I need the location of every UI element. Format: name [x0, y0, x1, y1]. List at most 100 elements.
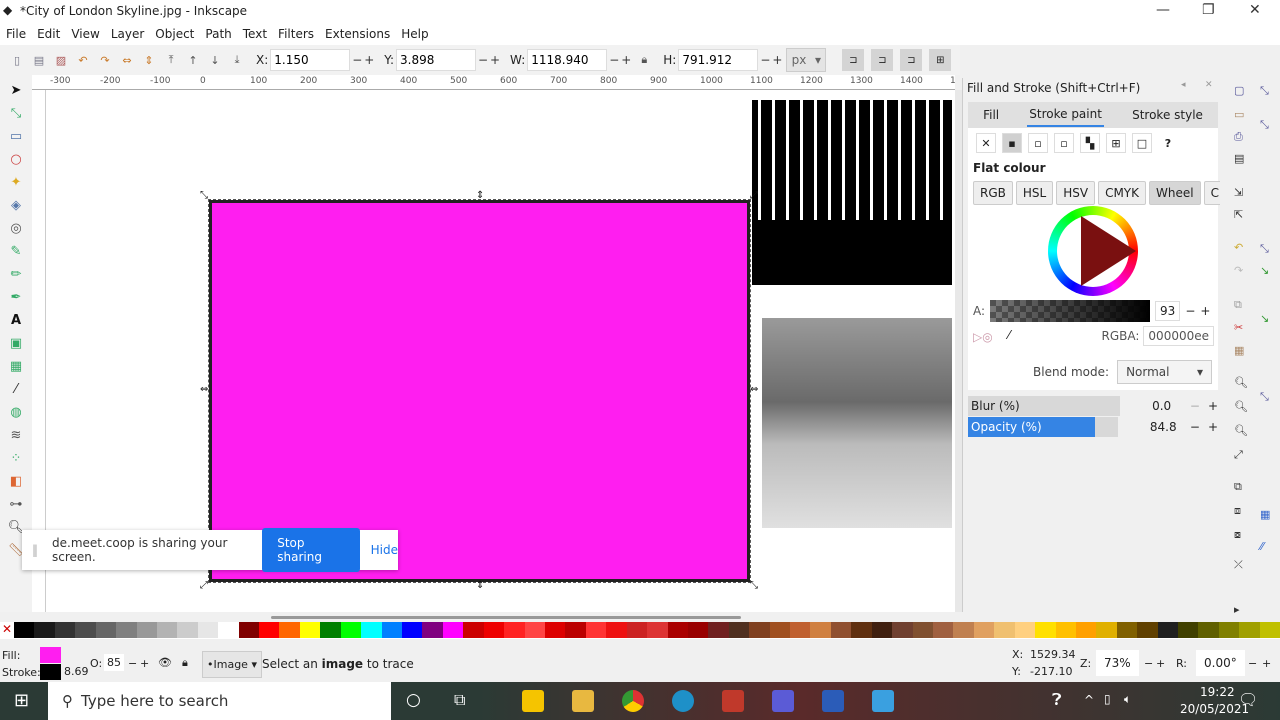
zoom-width-icon[interactable]: ⤢	[1234, 448, 1243, 462]
vertical-scrollbar[interactable]	[955, 90, 962, 612]
star-tool-icon[interactable]: ✦	[5, 171, 27, 193]
zoom-selection-icon[interactable]: 🔍︎	[1234, 376, 1248, 389]
scale-handle-l[interactable]: ⇔	[200, 384, 208, 395]
palette-swatch[interactable]	[75, 622, 96, 638]
palette-swatch[interactable]	[994, 622, 1015, 638]
palette-swatch[interactable]	[320, 622, 341, 638]
scale-handle-br[interactable]: ⤡	[750, 580, 758, 591]
mode-wheel[interactable]: Wheel	[1149, 181, 1201, 205]
palette-swatch[interactable]	[218, 622, 239, 638]
magenta-rectangle[interactable]	[208, 199, 751, 583]
palette-swatch[interactable]	[340, 622, 362, 638]
palette-swatch[interactable]	[442, 622, 464, 638]
skyline-image-gray[interactable]	[762, 318, 952, 528]
unlink-clone-icon[interactable]: ⧇	[1234, 528, 1241, 542]
menu-help[interactable]: Help	[401, 27, 428, 41]
x-increment[interactable]: +	[364, 53, 374, 67]
eraser-tool-icon[interactable]: ◧	[5, 470, 27, 492]
palette-swatch[interactable]	[851, 622, 872, 638]
sticky-notes-icon[interactable]	[522, 690, 544, 712]
menu-layer[interactable]: Layer	[111, 27, 144, 41]
alpha-increment[interactable]: +	[1200, 304, 1210, 318]
opacity-value[interactable]: 84.8	[1150, 420, 1177, 434]
tab-stroke-style[interactable]: Stroke style	[1130, 104, 1205, 126]
palette-swatch[interactable]	[912, 622, 933, 638]
no-paint-button[interactable]: ✕	[976, 133, 996, 153]
hide-button[interactable]: Hide	[371, 543, 398, 557]
palette-swatch[interactable]	[136, 622, 157, 638]
snap-toggle-icon[interactable]: ⤡	[1260, 84, 1269, 98]
w-increment[interactable]: +	[621, 53, 631, 67]
rotation-increment[interactable]: +	[1262, 657, 1271, 670]
connector-tool-icon[interactable]: ⊶	[5, 493, 27, 515]
no-colour-swatch[interactable]: ✕	[0, 622, 14, 639]
snap-others-icon[interactable]: ⤡	[1260, 390, 1269, 404]
swatch-button[interactable]: □	[1132, 133, 1152, 153]
rotate-cw-icon[interactable]: ↷	[96, 51, 114, 69]
snap-intersections-icon[interactable]: ↘	[1260, 312, 1269, 325]
zoom-decrement[interactable]: −	[1144, 657, 1153, 670]
unset-button[interactable]: ?	[1158, 133, 1178, 153]
lock-icon[interactable]: 🔒︎	[182, 656, 188, 670]
palette-swatch[interactable]	[1116, 622, 1138, 638]
palette-swatch[interactable]	[34, 622, 55, 638]
menu-view[interactable]: View	[71, 27, 99, 41]
y-decrement[interactable]: −	[478, 53, 488, 67]
height-input[interactable]	[678, 49, 759, 71]
node-tool-icon[interactable]: ⤡	[5, 102, 27, 124]
undo-icon[interactable]: ↶	[1234, 241, 1243, 254]
blur-slider[interactable]: Blur (%)	[968, 396, 1121, 416]
snap-grid-icon[interactable]: ▦	[1260, 508, 1270, 521]
palette-swatch[interactable]	[565, 622, 586, 638]
palette-swatch[interactable]	[953, 622, 974, 638]
3d-box-tool-icon[interactable]: ◈	[5, 194, 27, 216]
new-document-icon[interactable]: ▢	[1234, 84, 1244, 97]
opacity-increment[interactable]: +	[140, 657, 149, 670]
scale-handle-tr[interactable]: ⤢	[750, 190, 758, 201]
palette-swatch[interactable]	[1178, 622, 1199, 638]
pattern-button[interactable]: ▚	[1080, 133, 1100, 153]
blur-decrement[interactable]: −	[1190, 399, 1200, 413]
raise-icon[interactable]: ↑	[184, 51, 202, 69]
y-increment[interactable]: +	[490, 53, 500, 67]
cut-icon[interactable]: ✂	[1234, 321, 1243, 334]
task-view-icon[interactable]: ⧉	[454, 690, 465, 710]
minimize-button[interactable]: —	[1156, 2, 1170, 18]
palette-swatch[interactable]	[463, 622, 484, 638]
palette-swatch[interactable]	[749, 622, 770, 638]
palette-swatch[interactable]	[14, 622, 35, 638]
palette-swatch[interactable]	[626, 622, 648, 638]
spiral-tool-icon[interactable]: ◎	[5, 217, 27, 239]
raise-to-top-icon[interactable]: ⤒	[162, 51, 180, 69]
blur-increment[interactable]: +	[1208, 399, 1218, 413]
opacity-input[interactable]: 85	[104, 654, 124, 671]
palette-swatch[interactable]	[1014, 622, 1036, 638]
menu-extensions[interactable]: Extensions	[325, 27, 390, 41]
deselect-icon[interactable]: ▨	[52, 51, 70, 69]
scale-stroke-icon[interactable]: ⊐	[842, 49, 865, 71]
flip-horizontal-icon[interactable]: ⇔	[118, 51, 136, 69]
rotate-ccw-icon[interactable]: ↶	[74, 51, 92, 69]
ellipse-tool-icon[interactable]: ○	[5, 148, 27, 170]
select-all-icon[interactable]: ▯	[8, 51, 26, 69]
menu-edit[interactable]: Edit	[37, 27, 60, 41]
h-increment[interactable]: +	[772, 53, 782, 67]
tray-chevron-icon[interactable]: ^	[1084, 693, 1094, 707]
stroke-width-value[interactable]: 8.69	[64, 665, 89, 678]
clone-icon[interactable]: ⧈	[1234, 504, 1241, 518]
select-all-layers-icon[interactable]: ▤	[30, 51, 48, 69]
scroll-thumb[interactable]	[271, 616, 741, 619]
menu-object[interactable]: Object	[155, 27, 194, 41]
alpha-slider[interactable]	[990, 300, 1151, 322]
toggle-visibility-icon[interactable]: 👁︎	[158, 656, 172, 669]
redo-icon[interactable]: ↷	[1234, 264, 1243, 277]
palette-swatch[interactable]	[156, 622, 178, 638]
mode-rgb[interactable]: RGB	[973, 181, 1013, 205]
palette-swatch[interactable]	[769, 622, 791, 638]
edge-icon[interactable]	[672, 690, 694, 712]
export-icon[interactable]: ⇱	[1234, 208, 1243, 221]
flip-vertical-icon[interactable]: ⇕	[140, 51, 158, 69]
menu-file[interactable]: File	[6, 27, 26, 41]
blend-mode-select[interactable]: Normal ▾	[1117, 360, 1213, 384]
lock-ratio-icon[interactable]: 🔒︎	[635, 51, 653, 69]
